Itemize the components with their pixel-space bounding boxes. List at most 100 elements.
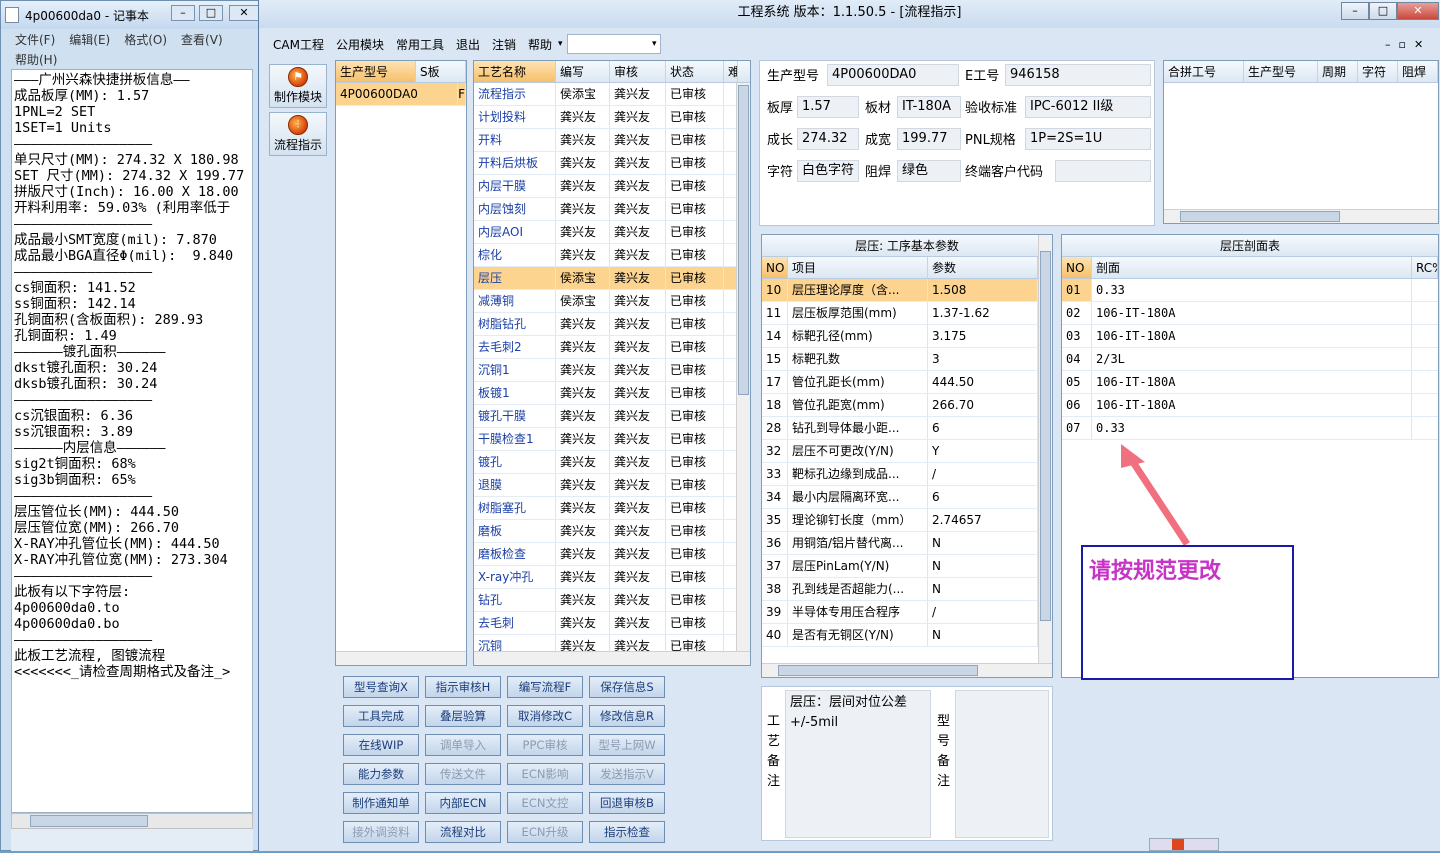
ime-toolbar[interactable] xyxy=(1149,838,1219,851)
action-button[interactable]: PPC审核 xyxy=(507,734,583,756)
process-row[interactable]: 内层AOI 龚兴友 龚兴友 已审核 xyxy=(474,221,750,244)
process-row[interactable]: 镀孔干膜 龚兴友 龚兴友 已审核 xyxy=(474,405,750,428)
field-width[interactable]: 199.77 xyxy=(897,128,961,150)
action-button[interactable]: 指示审核H xyxy=(425,676,501,698)
action-button[interactable]: 发送指示V xyxy=(589,763,665,785)
process-row[interactable]: X-ray冲孔 龚兴友 龚兴友 已审核 xyxy=(474,566,750,589)
param-row[interactable]: 34 最小内层隔离环宽... 6 xyxy=(762,486,1052,509)
col-model[interactable]: 生产型号 xyxy=(336,61,416,82)
process-row[interactable]: 干膜检查1 龚兴友 龚兴友 已审核 xyxy=(474,428,750,451)
param-row[interactable]: 18 管位孔距宽(mm) 266.70 xyxy=(762,394,1052,417)
menu-view[interactable]: 查看(V) xyxy=(181,31,223,48)
col-rc[interactable]: RC% xyxy=(1412,257,1438,278)
scroll-thumb[interactable] xyxy=(778,665,978,676)
action-button[interactable]: 型号查询X xyxy=(343,676,419,698)
app-close-button[interactable]: ✕ xyxy=(1397,2,1439,20)
field-material[interactable]: IT-180A xyxy=(897,96,961,118)
process-row[interactable]: 内层干膜 龚兴友 龚兴友 已审核 xyxy=(474,175,750,198)
col-writer[interactable]: 编写 xyxy=(556,61,610,82)
action-button[interactable]: 流程对比 xyxy=(425,821,501,843)
param-row[interactable]: 36 用铜箔/铝片替代离... N xyxy=(762,532,1052,555)
col-no[interactable]: NO xyxy=(1062,257,1092,278)
close-button[interactable]: ✕ xyxy=(229,5,259,21)
action-button[interactable]: 保存信息S xyxy=(589,676,665,698)
param-row[interactable]: 39 半导体专用压合程序 / xyxy=(762,601,1052,624)
action-button[interactable]: 取消修改C xyxy=(507,705,583,727)
section-row[interactable]: 07 0.33 xyxy=(1062,417,1438,440)
field-length[interactable]: 274.32 xyxy=(797,128,859,150)
process-row[interactable]: 减薄铜 侯添宝 龚兴友 已审核 xyxy=(474,290,750,313)
process-row[interactable]: 树脂钻孔 龚兴友 龚兴友 已审核 xyxy=(474,313,750,336)
col-section[interactable]: 剖面 xyxy=(1092,257,1412,278)
action-button[interactable]: ECN影响 xyxy=(507,763,583,785)
model-remark-text[interactable] xyxy=(955,690,1049,838)
process-row[interactable]: 流程指示 侯添宝 龚兴友 已审核 xyxy=(474,83,750,106)
scroll-thumb[interactable] xyxy=(738,85,749,395)
section-row[interactable]: 01 0.33 xyxy=(1062,279,1438,302)
mdi-controls[interactable]: –▫✕ xyxy=(1385,38,1431,51)
field-accept-std[interactable]: IPC-6012 II级 xyxy=(1025,96,1151,118)
param-row[interactable]: 15 标靶孔数 3 xyxy=(762,348,1052,371)
menu-help[interactable]: 帮助(H) xyxy=(15,51,57,68)
process-hscroll[interactable] xyxy=(474,651,750,665)
param-row[interactable]: 32 层压不可更改(Y/N) Y xyxy=(762,440,1052,463)
param-row[interactable]: 14 标靶孔径(mm) 3.175 xyxy=(762,325,1052,348)
scroll-thumb[interactable] xyxy=(1180,211,1340,222)
section-row[interactable]: 05 106-IT-180A xyxy=(1062,371,1438,394)
process-row[interactable]: 退膜 龚兴友 龚兴友 已审核 xyxy=(474,474,750,497)
col-merge-no[interactable]: 合拼工号 xyxy=(1164,61,1244,82)
col-status[interactable]: 状态 xyxy=(666,61,724,82)
minimize-button[interactable]: – xyxy=(171,5,195,21)
app-minimize-button[interactable]: – xyxy=(1341,2,1369,20)
col-no[interactable]: NO xyxy=(762,257,788,278)
action-button[interactable]: ECN升级 xyxy=(507,821,583,843)
param-row[interactable]: 35 理论铆钉长度（mm） 2.74657 xyxy=(762,509,1052,532)
action-button[interactable]: 指示检查 xyxy=(589,821,665,843)
process-row[interactable]: 层压 侯添宝 龚兴友 已审核 xyxy=(474,267,750,290)
action-button[interactable]: 叠层验算 xyxy=(425,705,501,727)
process-row[interactable]: 磨板检查 龚兴友 龚兴友 已审核 xyxy=(474,543,750,566)
param-row[interactable]: 10 层压理论厚度（含... 1.508 xyxy=(762,279,1052,302)
field-thickness[interactable]: 1.57 xyxy=(797,96,859,118)
process-vscroll[interactable] xyxy=(736,83,750,651)
maximize-button[interactable]: □ xyxy=(199,5,223,21)
notepad-text-area[interactable]: ———广州兴森快捷拼板信息—— 成品板厚(MM): 1.57 1PNL=2 SET 1… xyxy=(11,69,253,813)
section-row[interactable]: 03 106-IT-180A xyxy=(1062,325,1438,348)
section-row[interactable]: 06 106-IT-180A xyxy=(1062,394,1438,417)
process-row[interactable]: 镀孔 龚兴友 龚兴友 已审核 xyxy=(474,451,750,474)
param-row[interactable]: 40 是否有无铜区(Y/N) N xyxy=(762,624,1052,647)
section-row[interactable]: 04 2/3L xyxy=(1062,348,1438,371)
menu-edit[interactable]: 编辑(E) xyxy=(69,31,110,48)
col-item[interactable]: 项目 xyxy=(788,257,928,278)
side-button-make-module[interactable]: ⚑ 制作模块 xyxy=(269,64,327,108)
process-row[interactable]: 磨板 龚兴友 龚兴友 已审核 xyxy=(474,520,750,543)
model-grid-hscroll[interactable] xyxy=(336,651,466,665)
param-row[interactable]: 11 层压板厚范围(mm) 1.37-1.62 xyxy=(762,302,1052,325)
field-mask[interactable]: 绿色 xyxy=(897,160,961,182)
action-button[interactable]: 内部ECN xyxy=(425,792,501,814)
action-button[interactable]: 传送文件 xyxy=(425,763,501,785)
action-button[interactable]: 回退审核B xyxy=(589,792,665,814)
action-button[interactable]: 型号上网W xyxy=(589,734,665,756)
menu-common-module[interactable]: 公用模块 xyxy=(330,36,390,53)
param-hscroll[interactable] xyxy=(762,663,1052,677)
notepad-horizontal-scrollbar[interactable] xyxy=(11,813,253,829)
section-row[interactable]: 02 106-IT-180A xyxy=(1062,302,1438,325)
process-row[interactable]: 棕化 龚兴友 龚兴友 已审核 xyxy=(474,244,750,267)
menu-help[interactable]: 帮助 xyxy=(522,36,558,53)
field-char[interactable]: 白色字符 xyxy=(797,160,859,182)
action-button[interactable]: 接外调资料 xyxy=(343,821,419,843)
param-vscroll[interactable] xyxy=(1038,235,1052,663)
param-row[interactable]: 17 管位孔距长(mm) 444.50 xyxy=(762,371,1052,394)
process-row[interactable]: 钻孔 龚兴友 龚兴友 已审核 xyxy=(474,589,750,612)
field-customer-code[interactable] xyxy=(1055,160,1151,182)
menu-format[interactable]: 格式(O) xyxy=(124,31,167,48)
side-button-flow-guide[interactable]: ⫶ 流程指示 xyxy=(269,112,327,156)
chevron-down-icon[interactable]: ▾ xyxy=(558,39,563,49)
toolbar-combo[interactable]: ▾ xyxy=(566,34,661,54)
action-button[interactable]: 编写流程F xyxy=(507,676,583,698)
field-pnl[interactable]: 1P=2S=1U xyxy=(1025,128,1151,150)
process-row[interactable]: 计划投料 龚兴友 龚兴友 已审核 xyxy=(474,106,750,129)
process-row[interactable]: 开料后烘板 龚兴友 龚兴友 已审核 xyxy=(474,152,750,175)
action-button[interactable]: 调单导入 xyxy=(425,734,501,756)
